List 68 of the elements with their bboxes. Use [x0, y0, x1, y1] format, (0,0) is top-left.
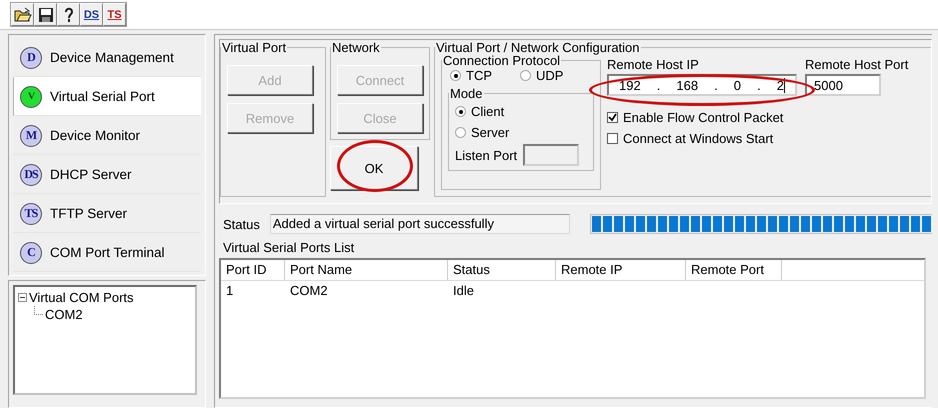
- checkbox-label: Enable Flow Control Packet: [623, 110, 784, 124]
- sidebar-label: COM Port Terminal: [50, 245, 165, 260]
- group-label: Virtual Port: [221, 40, 288, 55]
- sidebar-label: TFTP Server: [50, 206, 128, 221]
- column-header[interactable]: Remote Port: [686, 260, 782, 280]
- ip-dot: .: [757, 78, 761, 92]
- radio-button[interactable]: [450, 70, 461, 81]
- save-button[interactable]: [34, 3, 57, 26]
- badge-icon: M: [20, 124, 42, 146]
- toolbar-button[interactable]: TS: [103, 3, 126, 26]
- field-label: Remote Host Port: [805, 57, 908, 72]
- ip-octet[interactable]: 2: [776, 78, 785, 92]
- ip-octet[interactable]: 192: [619, 78, 641, 92]
- group-label: Virtual Port / Network Configuration: [435, 40, 641, 55]
- radio-button[interactable]: [455, 106, 466, 117]
- column-header[interactable]: Status: [448, 260, 556, 280]
- folder-icon: [14, 6, 32, 22]
- badge-icon: DS: [20, 164, 42, 186]
- radio-button[interactable]: [455, 127, 466, 138]
- sidebar-label: DHCP Server: [50, 167, 132, 182]
- listen-port-field[interactable]: [523, 144, 580, 166]
- column-header[interactable]: Port ID: [221, 260, 285, 280]
- checkbox[interactable]: [607, 132, 618, 144]
- ip-dot: .: [656, 78, 660, 92]
- sidebar-label: Virtual Serial Port: [50, 89, 155, 104]
- status-message: Added a virtual serial port successfully: [270, 214, 570, 234]
- list-title: Virtual Serial Ports List: [222, 239, 356, 257]
- ip-dot: .: [714, 78, 718, 92]
- status-label: Status: [223, 216, 260, 232]
- open-folder-button[interactable]: [11, 3, 34, 26]
- sidebar-item[interactable]: V Virtual Serial Port: [13, 77, 201, 116]
- radio-label: Client: [471, 104, 504, 119]
- sidebar-label: Device Monitor: [50, 128, 140, 143]
- column-header[interactable]: Remote IP: [556, 260, 686, 280]
- column-header[interactable]: Port Name: [285, 260, 448, 280]
- checkbox[interactable]: [607, 112, 618, 122]
- tree-item[interactable]: Virtual COM Ports: [29, 290, 134, 305]
- ok-button[interactable]: OK: [330, 146, 418, 190]
- badge-icon: TS: [20, 202, 42, 224]
- badge-icon: C: [20, 242, 42, 264]
- radio-label: Server: [471, 125, 510, 140]
- field-value: 5000: [814, 78, 843, 92]
- radio-option[interactable]: UDP: [520, 65, 564, 86]
- port-field[interactable]: 5000: [805, 74, 881, 96]
- badge-icon: D: [20, 46, 42, 68]
- badge-icon: V: [20, 86, 42, 108]
- field-label: Remote Host IP: [607, 57, 700, 72]
- collapse-icon[interactable]: [18, 293, 27, 302]
- help-button[interactable]: [57, 3, 80, 26]
- group-label: Network: [331, 40, 381, 55]
- ip-address-field[interactable]: 192 . 168 . 0 . 2: [607, 74, 797, 96]
- checkbox-label: Connect at Windows Start: [623, 130, 774, 146]
- ip-octet[interactable]: 0: [734, 78, 742, 92]
- table-cell-text: COM2: [289, 282, 329, 300]
- question-mark-icon: [62, 6, 74, 22]
- table-cell-text: Idle: [452, 282, 475, 300]
- group-label: Mode: [449, 86, 484, 101]
- field-label: Listen Port: [455, 148, 518, 162]
- tree-item[interactable]: COM2: [45, 307, 83, 322]
- radio-label: TCP: [466, 68, 492, 83]
- radio-label: UDP: [536, 68, 564, 83]
- toolbar-button[interactable]: DS: [80, 3, 103, 26]
- ip-octet[interactable]: 168: [676, 78, 698, 92]
- radio-button[interactable]: [520, 70, 531, 81]
- radio-option[interactable]: TCP: [450, 65, 492, 86]
- group-label: Connection Protocol: [442, 53, 562, 68]
- sidebar-label: Device Management: [50, 50, 174, 65]
- table-cell-text: 1: [225, 282, 234, 300]
